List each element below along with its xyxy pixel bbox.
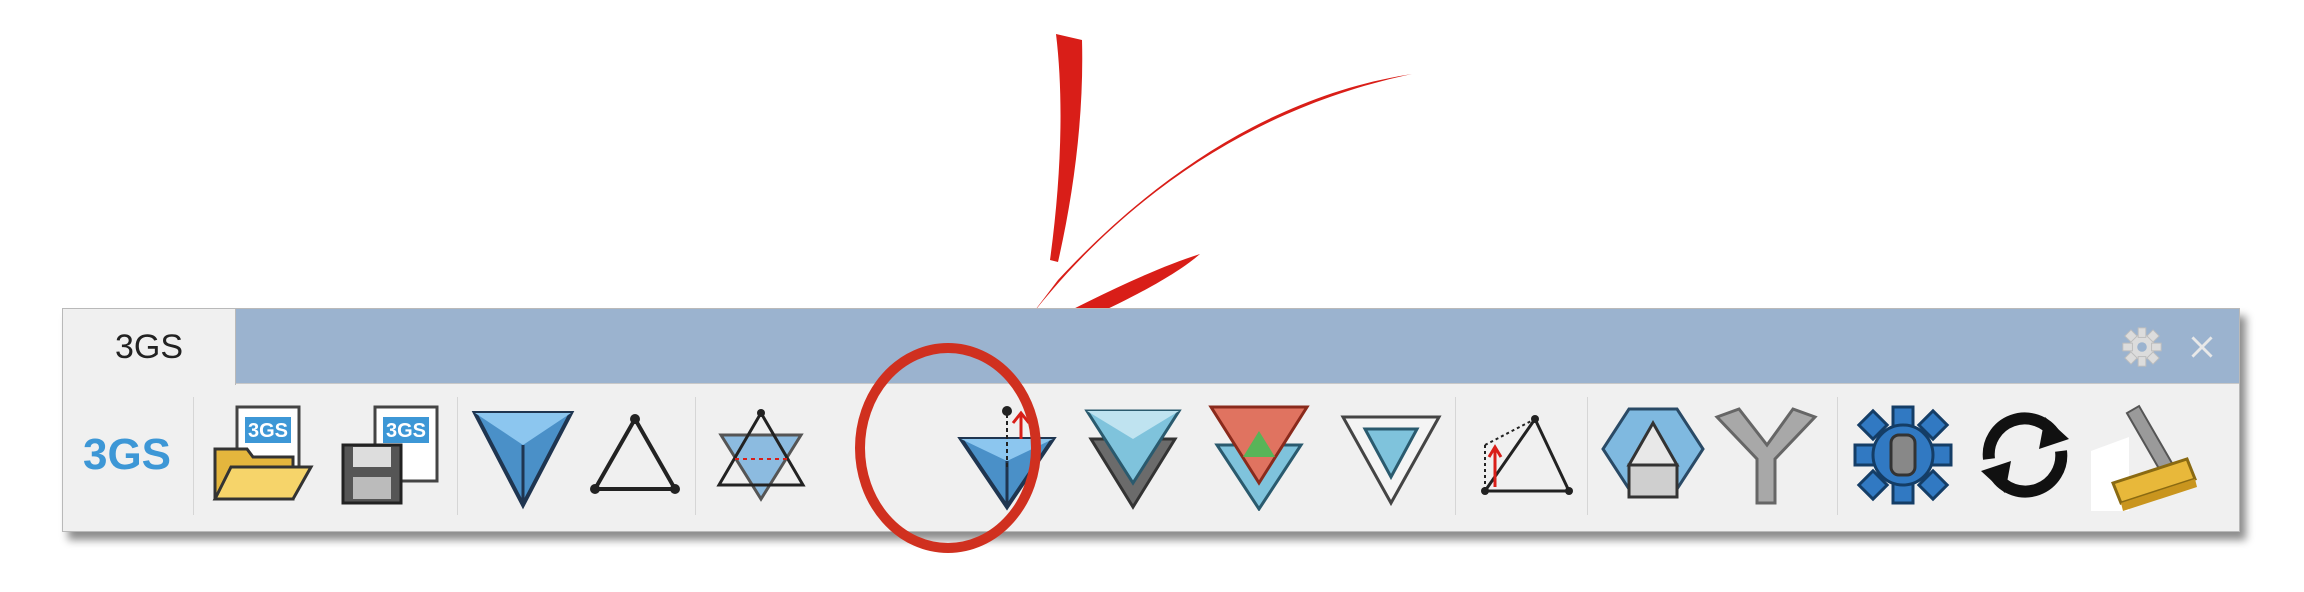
- save-icon-label: 3GS: [386, 420, 426, 442]
- 3gs-logo: 3GS: [71, 399, 183, 511]
- annotation-arrow: [1020, 34, 1412, 348]
- dual-diagram-button[interactable]: [1203, 399, 1315, 511]
- crossed-triangle-icon: [716, 409, 806, 502]
- separator: [193, 397, 194, 515]
- panel-controls: [2119, 323, 2225, 371]
- floppy-save-icon: 3GS: [341, 405, 439, 505]
- separator: [457, 397, 458, 515]
- stacked-triangle-icon: [1084, 409, 1182, 510]
- separator: [695, 397, 696, 515]
- polyhedron-button[interactable]: [1597, 399, 1709, 511]
- blue-gear-icon: [1853, 405, 1953, 505]
- open-file-button[interactable]: 3GS: [207, 399, 319, 511]
- force-diagram-button[interactable]: [579, 399, 691, 511]
- clear-button[interactable]: [2091, 399, 2203, 511]
- separator: [1587, 397, 1588, 515]
- triangle-dimension-icon: [1481, 415, 1573, 495]
- outline-triangle-icon: [590, 414, 680, 494]
- 3gs-logo-text: 3GS: [82, 430, 172, 479]
- close-icon[interactable]: [2179, 324, 2225, 370]
- y-connector-icon: [1714, 407, 1818, 505]
- separator: [1837, 397, 1838, 515]
- annotation-circle: [855, 343, 1041, 553]
- hexagon-prism-icon: [1601, 407, 1705, 499]
- refresh-arrows-icon: [1981, 412, 2069, 498]
- red-green-triangle-icon: [1208, 405, 1310, 511]
- save-file-button[interactable]: 3GS: [335, 399, 447, 511]
- duplicate-diagram-button[interactable]: [1077, 399, 1189, 511]
- nested-triangle-icon: [1340, 415, 1442, 507]
- edit-diagram-button[interactable]: [705, 399, 817, 511]
- node-connector-button[interactable]: [1709, 399, 1821, 511]
- toolbar-panel: 3GS 3GS 3GS 3GS: [62, 308, 2240, 532]
- open-folder-icon: 3GS: [212, 405, 314, 501]
- separator: [1455, 397, 1456, 515]
- settings-gear-button[interactable]: [1847, 399, 1959, 511]
- refresh-button[interactable]: [1969, 399, 2081, 511]
- inner-triangle-button[interactable]: [1335, 399, 1447, 511]
- dimension-button[interactable]: [1465, 399, 1577, 511]
- broom-icon: [2091, 404, 2197, 511]
- gear-icon[interactable]: [2119, 324, 2165, 370]
- tab-strip: 3GS: [63, 309, 2239, 385]
- tab-label: 3GS: [114, 327, 184, 366]
- blue-triangle-icon: [471, 411, 575, 510]
- form-diagram-button[interactable]: [467, 399, 579, 511]
- open-icon-label: 3GS: [248, 420, 288, 442]
- tool-row: 3GS 3GS 3GS: [63, 383, 2239, 531]
- tab-3gs[interactable]: 3GS: [63, 309, 236, 385]
